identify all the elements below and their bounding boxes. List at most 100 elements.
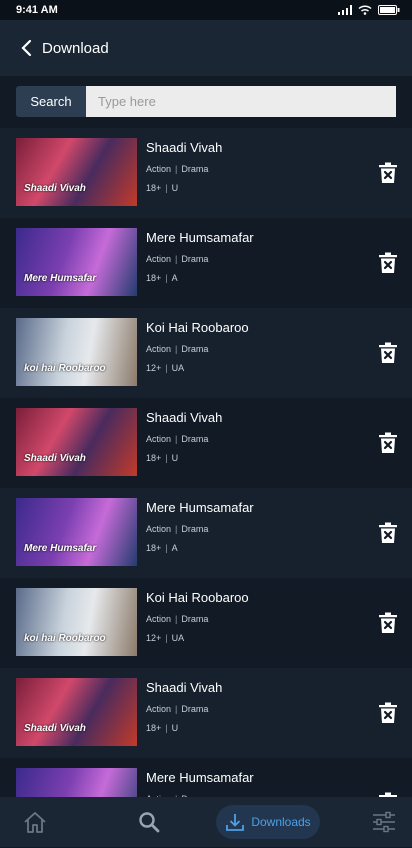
download-title: Mere Humsamafar: [146, 230, 254, 245]
bottom-nav: Downloads: [0, 797, 412, 847]
download-genres: Action|Drama: [146, 164, 208, 174]
genre-primary: Action: [146, 614, 172, 624]
genre-primary: Action: [146, 344, 172, 354]
settings-sliders-icon[interactable]: [372, 811, 396, 833]
download-genres: Action|Drama: [146, 254, 208, 264]
separator: |: [165, 273, 168, 283]
thumbnail-image[interactable]: Shaadi Vivah: [16, 138, 137, 206]
genre-primary: Action: [146, 524, 172, 534]
thumbnail-image[interactable]: Mere Humsafar: [16, 228, 137, 296]
separator: |: [165, 543, 168, 553]
age-rating: 18+: [146, 273, 162, 283]
separator: |: [175, 704, 178, 714]
download-row[interactable]: koi hai Roobaroo Koi Hai Roobaroo Action…: [0, 578, 412, 668]
separator: |: [175, 614, 178, 624]
genre-primary: Action: [146, 164, 172, 174]
delete-icon[interactable]: [378, 522, 398, 544]
download-icon: [226, 814, 245, 831]
download-row[interactable]: Mere Humsafar Mere Humsamafar Action|Dra…: [0, 488, 412, 578]
page-title: Download: [42, 39, 109, 57]
download-rating: 18+ | U: [146, 183, 178, 193]
age-rating: 18+: [146, 723, 162, 733]
nav-downloads-label: Downloads: [251, 815, 311, 829]
download-title: Mere Humsamafar: [146, 770, 254, 785]
separator: |: [165, 723, 168, 733]
status-time: 9:41 AM: [16, 4, 58, 16]
genre-secondary: Drama: [181, 524, 209, 534]
genre-secondary: Drama: [181, 704, 209, 714]
certificate: UA: [171, 363, 185, 373]
status-bar: 9:41 AM: [0, 0, 412, 20]
download-row[interactable]: Shaadi Vivah Shaadi Vivah Action | Drama 1…: [0, 668, 412, 758]
delete-icon[interactable]: [378, 612, 398, 634]
certificate: A: [171, 273, 178, 283]
separator: |: [175, 344, 178, 354]
age-rating: 18+: [146, 183, 162, 193]
download-title: Mere Humsamafar: [146, 500, 254, 515]
delete-icon[interactable]: [378, 342, 398, 364]
nav-downloads-button[interactable]: Downloads: [216, 805, 320, 839]
download-rating: 12+ | UA: [146, 363, 184, 373]
genre-secondary: Drama: [181, 614, 209, 624]
genre-secondary: Drama: [181, 254, 209, 264]
download-list: Shaadi Vivah Shaadi Vivah Action | Drama 1…: [0, 128, 412, 848]
delete-icon[interactable]: [378, 162, 398, 184]
separator: |: [165, 633, 168, 643]
thumbnail-title: koi hai Roobaroo: [24, 633, 106, 644]
thumbnail-title: Shaadi Vivah: [24, 453, 86, 464]
genre-primary: Action: [146, 254, 172, 264]
download-genres: Action|Drama: [146, 344, 208, 354]
signal-icon: [338, 5, 352, 15]
search-button[interactable]: Search: [16, 86, 86, 117]
age-rating: 18+: [146, 453, 162, 463]
thumbnail-title: Shaadi Vivah: [24, 723, 86, 734]
back-arrow-icon[interactable]: [20, 38, 36, 58]
genre-primary: Action: [146, 704, 172, 714]
download-row[interactable]: Mere Humsafar Mere Humsamafar Action|Dra…: [0, 218, 412, 308]
download-genres: Action|Drama: [146, 704, 208, 714]
download-rating: 18+|A: [146, 273, 178, 283]
delete-icon[interactable]: [378, 702, 398, 724]
age-rating: 18+: [146, 543, 162, 553]
certificate: U: [171, 723, 179, 733]
separator: |: [175, 254, 178, 264]
genre-secondary: Drama: [181, 164, 209, 174]
download-title: Koi Hai Roobaroo: [146, 320, 249, 335]
delete-icon[interactable]: [378, 432, 398, 454]
download-row[interactable]: koi hai Roobaroo Koi Hai Roobaroo Action…: [0, 308, 412, 398]
certificate: UA: [171, 633, 185, 643]
thumbnail-image[interactable]: koi hai Roobaroo: [16, 318, 137, 386]
genre-primary: Action: [146, 434, 172, 444]
app-header: Download: [0, 20, 412, 76]
home-icon[interactable]: [23, 811, 47, 833]
download-rating: 18+ | U: [146, 723, 178, 733]
download-rating: 12+ | UA: [146, 633, 184, 643]
genre-secondary: Drama: [181, 344, 209, 354]
age-rating: 12+: [146, 363, 162, 373]
separator: |: [165, 363, 168, 373]
download-title: Shaadi Vivah: [146, 140, 223, 155]
certificate: A: [171, 543, 178, 553]
thumbnail-image[interactable]: Shaadi Vivah: [16, 678, 137, 746]
battery-icon: [378, 5, 400, 15]
certificate: U: [171, 453, 179, 463]
thumbnail-title: Mere Humsafar: [24, 543, 97, 554]
thumbnail-image[interactable]: koi hai Roobaroo: [16, 588, 137, 656]
search-icon[interactable]: [138, 811, 160, 833]
thumbnail-title: koi hai Roobaroo: [24, 363, 106, 374]
download-rating: 18+ | U: [146, 453, 178, 463]
separator: |: [165, 453, 168, 463]
download-row[interactable]: Shaadi Vivah Shaadi Vivah Action | Drama 1…: [0, 398, 412, 488]
download-title: Shaadi Vivah: [146, 680, 223, 695]
separator: |: [175, 164, 178, 174]
delete-icon[interactable]: [378, 252, 398, 274]
download-row[interactable]: Shaadi Vivah Shaadi Vivah Action | Drama 1…: [0, 128, 412, 218]
search-bar: Search: [0, 76, 412, 127]
search-input[interactable]: [86, 86, 396, 117]
download-genres: Action|Drama: [146, 614, 208, 624]
wifi-icon: [358, 5, 372, 15]
separator: |: [165, 183, 168, 193]
download-genres: Action|Drama: [146, 524, 208, 534]
thumbnail-image[interactable]: Mere Humsafar: [16, 498, 137, 566]
thumbnail-image[interactable]: Shaadi Vivah: [16, 408, 137, 476]
